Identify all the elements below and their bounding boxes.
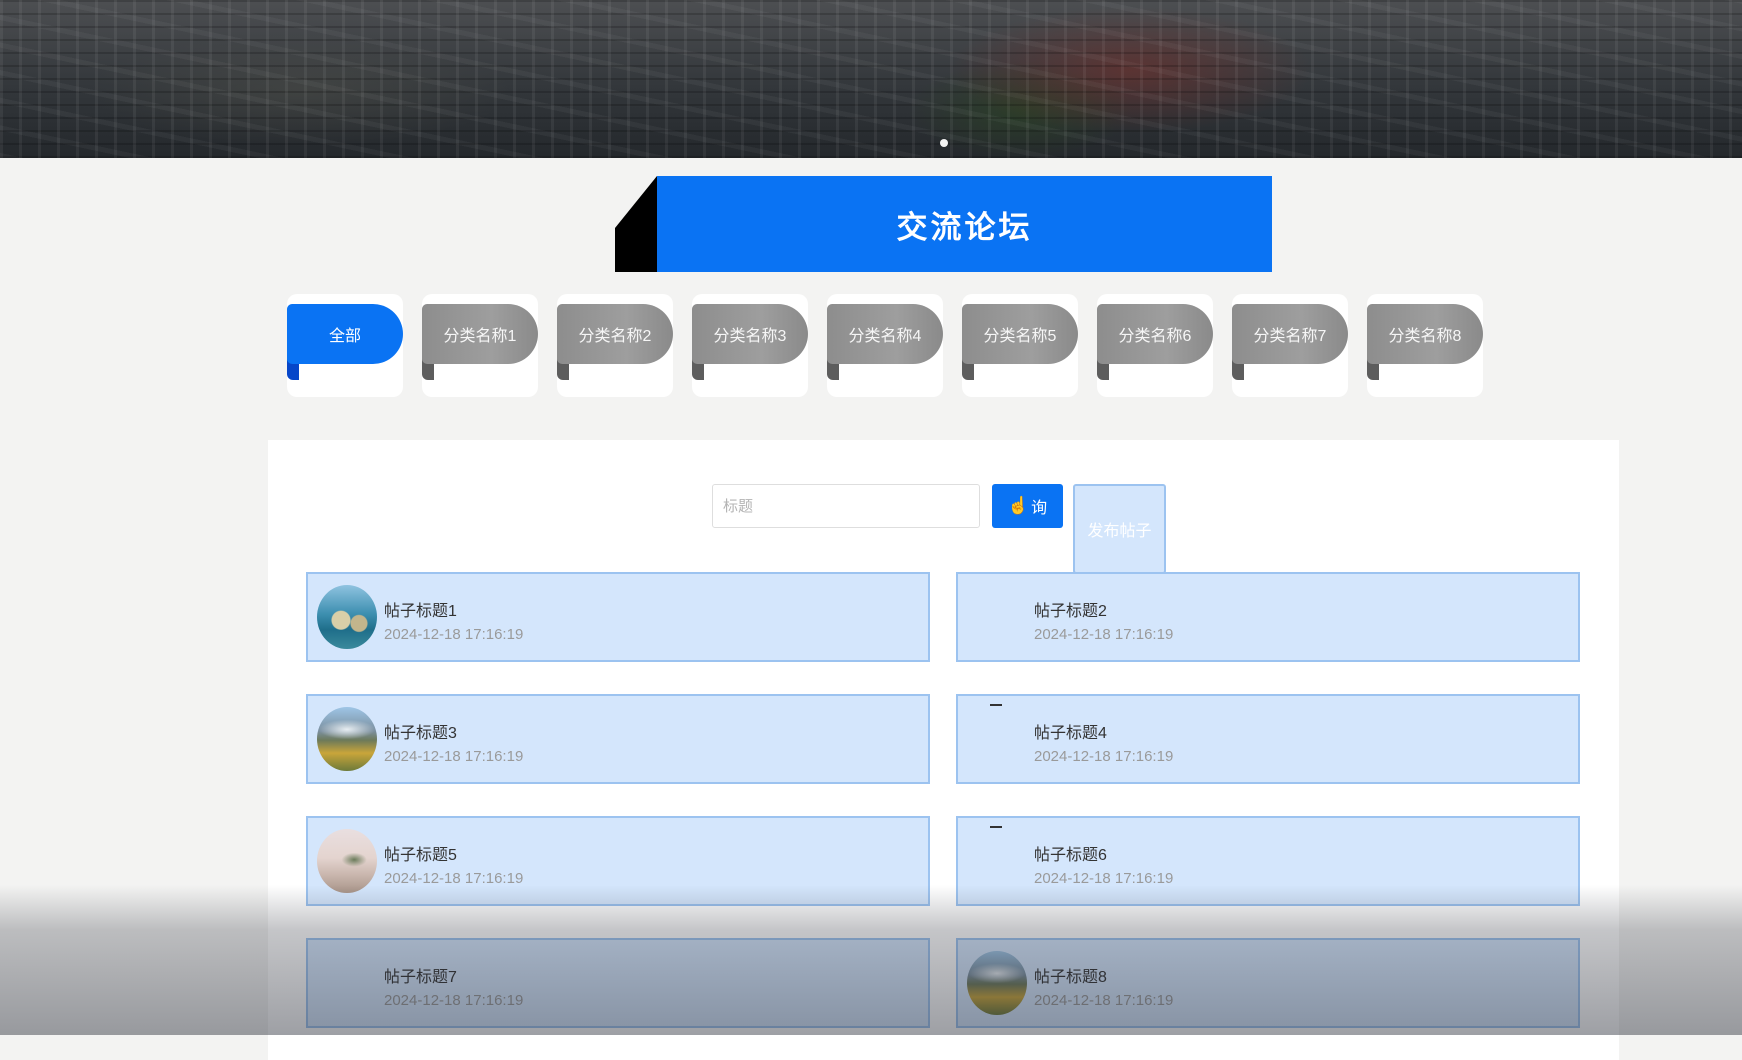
category-tab-label: 分类名称3 — [692, 304, 808, 364]
post-timestamp: 2024-12-18 17:16:19 — [384, 626, 524, 643]
category-tab-label: 分类名称8 — [1367, 304, 1483, 364]
category-tab-label: 分类名称2 — [557, 304, 673, 364]
post-card[interactable]: 帖子标题8 2024-12-18 17:16:19 — [956, 938, 1580, 1028]
post-thumbnail — [967, 951, 1027, 1015]
post-card[interactable]: 帖子标题2 2024-12-18 17:16:19 — [956, 572, 1580, 662]
post-timestamp: 2024-12-18 17:16:19 — [384, 992, 524, 1009]
post-title[interactable]: 帖子标题5 — [384, 841, 457, 865]
category-tab[interactable]: 分类名称1 — [422, 294, 538, 397]
post-title[interactable]: 帖子标题1 — [384, 597, 457, 621]
post-card[interactable]: 帖子标题4 2024-12-18 17:16:19 — [956, 694, 1580, 784]
search-button-label: 询 — [1031, 500, 1048, 517]
post-timestamp: 2024-12-18 17:16:19 — [384, 748, 524, 765]
title-search-input[interactable] — [712, 484, 980, 528]
post-thumbnail-placeholder — [967, 829, 1027, 893]
carousel-indicator-dot[interactable] — [940, 139, 948, 147]
post-timestamp: 2024-12-18 17:16:19 — [1034, 870, 1174, 887]
category-tab[interactable]: 分类名称2 — [557, 294, 673, 397]
post-timestamp: 2024-12-18 17:16:19 — [1034, 748, 1174, 765]
category-tab-label: 分类名称4 — [827, 304, 943, 364]
publish-post-button[interactable]: 发布帖子 — [1073, 484, 1166, 574]
category-tab-label: 分类名称6 — [1097, 304, 1213, 364]
banner-carousel[interactable] — [0, 0, 1742, 158]
category-tab-label: 分类名称5 — [962, 304, 1078, 364]
post-title[interactable]: 帖子标题2 — [1034, 597, 1107, 621]
broken-image-mark — [990, 826, 1002, 828]
post-title[interactable]: 帖子标题6 — [1034, 841, 1107, 865]
category-tab[interactable]: 分类名称3 — [692, 294, 808, 397]
post-title[interactable]: 帖子标题8 — [1034, 963, 1107, 987]
category-tab[interactable]: 全部 — [287, 294, 403, 397]
post-timestamp: 2024-12-18 17:16:19 — [1034, 626, 1174, 643]
broken-image-mark — [990, 704, 1002, 706]
post-thumbnail — [317, 585, 377, 649]
post-thumbnail-placeholder — [317, 951, 377, 1015]
hand-pointer-icon: ☝ — [1007, 496, 1030, 515]
post-thumbnail-placeholder — [967, 585, 1027, 649]
category-tab-label: 分类名称7 — [1232, 304, 1348, 364]
forum-content-panel: ☝ 询 发布帖子 帖子标题1 2024-12-18 17:16:19 帖子标题2 20… — [268, 440, 1619, 1060]
category-tab-label: 全部 — [287, 304, 403, 364]
post-card[interactable]: 帖子标题7 2024-12-18 17:16:19 — [306, 938, 930, 1028]
post-card[interactable]: 帖子标题6 2024-12-18 17:16:19 — [956, 816, 1580, 906]
post-timestamp: 2024-12-18 17:16:19 — [1034, 992, 1174, 1009]
section-title-block: 交流论坛 — [615, 176, 1272, 272]
post-card[interactable]: 帖子标题5 2024-12-18 17:16:19 — [306, 816, 930, 906]
post-title[interactable]: 帖子标题3 — [384, 719, 457, 743]
category-tabs: 全部 分类名称1 分类名称2 分类名称3 分类名称4 分类名称5 分类名称6 分类名称7 分类名… — [287, 294, 1487, 397]
category-tab[interactable]: 分类名称6 — [1097, 294, 1213, 397]
category-tab[interactable]: 分类名称5 — [962, 294, 1078, 397]
post-card[interactable]: 帖子标题1 2024-12-18 17:16:19 — [306, 572, 930, 662]
category-tab-label: 分类名称1 — [422, 304, 538, 364]
category-tab[interactable]: 分类名称8 — [1367, 294, 1483, 397]
category-tab[interactable]: 分类名称7 — [1232, 294, 1348, 397]
category-tab[interactable]: 分类名称4 — [827, 294, 943, 397]
search-button[interactable]: ☝ 询 — [992, 484, 1063, 528]
post-title[interactable]: 帖子标题4 — [1034, 719, 1107, 743]
city-aerial-image — [0, 0, 1742, 158]
post-thumbnail-placeholder — [967, 707, 1027, 771]
post-title[interactable]: 帖子标题7 — [384, 963, 457, 987]
post-timestamp: 2024-12-18 17:16:19 — [384, 870, 524, 887]
section-title: 交流论坛 — [657, 176, 1272, 272]
title-fold-decoration — [615, 176, 657, 272]
post-thumbnail — [317, 707, 377, 771]
post-thumbnail — [317, 829, 377, 893]
post-card[interactable]: 帖子标题3 2024-12-18 17:16:19 — [306, 694, 930, 784]
